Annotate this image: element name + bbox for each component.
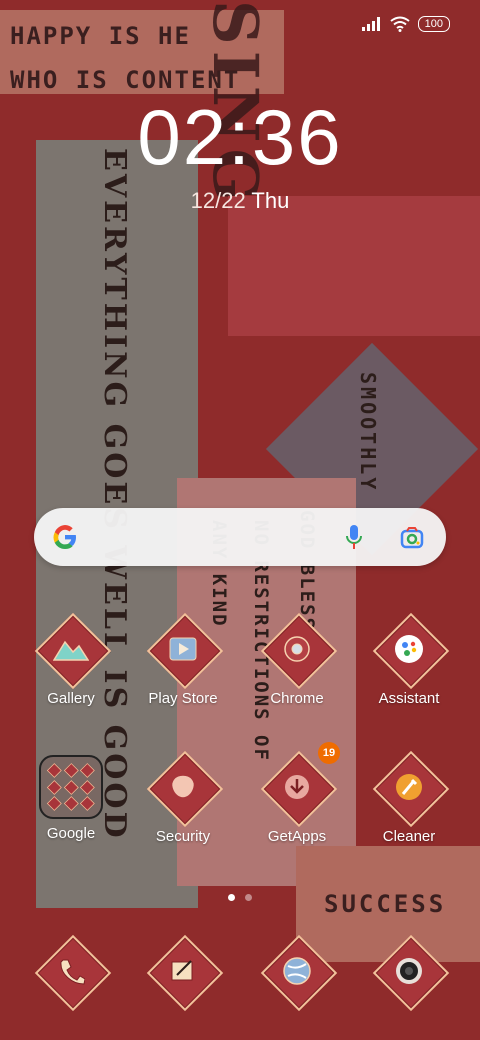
google-g-icon	[53, 525, 76, 549]
gallery-icon	[53, 640, 89, 661]
wifi-icon	[390, 16, 410, 32]
app-label: Play Store	[148, 690, 218, 707]
dock-phone[interactable]	[16, 934, 126, 1012]
app-label: Google	[46, 825, 96, 842]
mic-icon[interactable]	[344, 524, 364, 552]
app-play-store[interactable]: Play Store	[128, 612, 238, 707]
page-indicator[interactable]	[0, 894, 480, 901]
app-google-folder[interactable]: Google	[16, 752, 126, 842]
app-label: Cleaner	[382, 828, 436, 845]
app-label: Chrome	[270, 690, 324, 707]
dock-messages[interactable]	[128, 934, 238, 1012]
wallpaper-red-block	[228, 196, 480, 336]
app-cleaner[interactable]: Cleaner	[354, 750, 464, 845]
clock-date[interactable]: 12/22 Thu	[0, 188, 480, 214]
app-gallery[interactable]: Gallery	[16, 612, 126, 707]
browser-icon	[283, 957, 311, 985]
battery-icon: 100	[417, 16, 450, 32]
notification-badge: 19	[318, 742, 340, 764]
play-store-icon	[169, 637, 197, 661]
page-dot-active[interactable]	[228, 894, 235, 901]
app-chrome[interactable]: Chrome	[242, 612, 352, 707]
weekday: Thu	[251, 188, 290, 213]
page-dot[interactable]	[245, 894, 252, 901]
phone-icon	[60, 959, 85, 985]
assistant-icon	[395, 635, 423, 663]
folder-icon	[39, 755, 103, 819]
wallpaper-grey-text: EVERYTHING GOES WELL IS GOOD	[97, 148, 132, 841]
app-getapps[interactable]: 19 GetApps	[242, 742, 352, 845]
getapps-icon	[285, 775, 309, 799]
app-label: Gallery	[47, 690, 95, 707]
status-bar: 100	[361, 16, 450, 32]
app-label: GetApps	[267, 828, 327, 845]
messages-icon	[171, 960, 193, 981]
app-label: Security	[155, 828, 211, 845]
lens-icon[interactable]	[400, 526, 424, 550]
date-value: 12/22	[190, 188, 246, 213]
app-security[interactable]: Security	[128, 750, 238, 845]
camera-icon	[396, 958, 422, 984]
dock-camera[interactable]	[354, 934, 464, 1012]
clock-time[interactable]: 02:36	[0, 92, 480, 183]
cleaner-icon	[396, 774, 422, 800]
google-search-bar[interactable]	[34, 508, 446, 566]
security-icon	[170, 774, 196, 799]
chrome-icon	[284, 636, 310, 662]
app-assistant[interactable]: Assistant	[354, 612, 464, 707]
signal-icon	[361, 17, 380, 31]
wallpaper-diamond-text: SMOOTHLY	[356, 372, 380, 493]
app-label: Assistant	[378, 690, 440, 707]
dock-browser[interactable]	[242, 934, 352, 1012]
